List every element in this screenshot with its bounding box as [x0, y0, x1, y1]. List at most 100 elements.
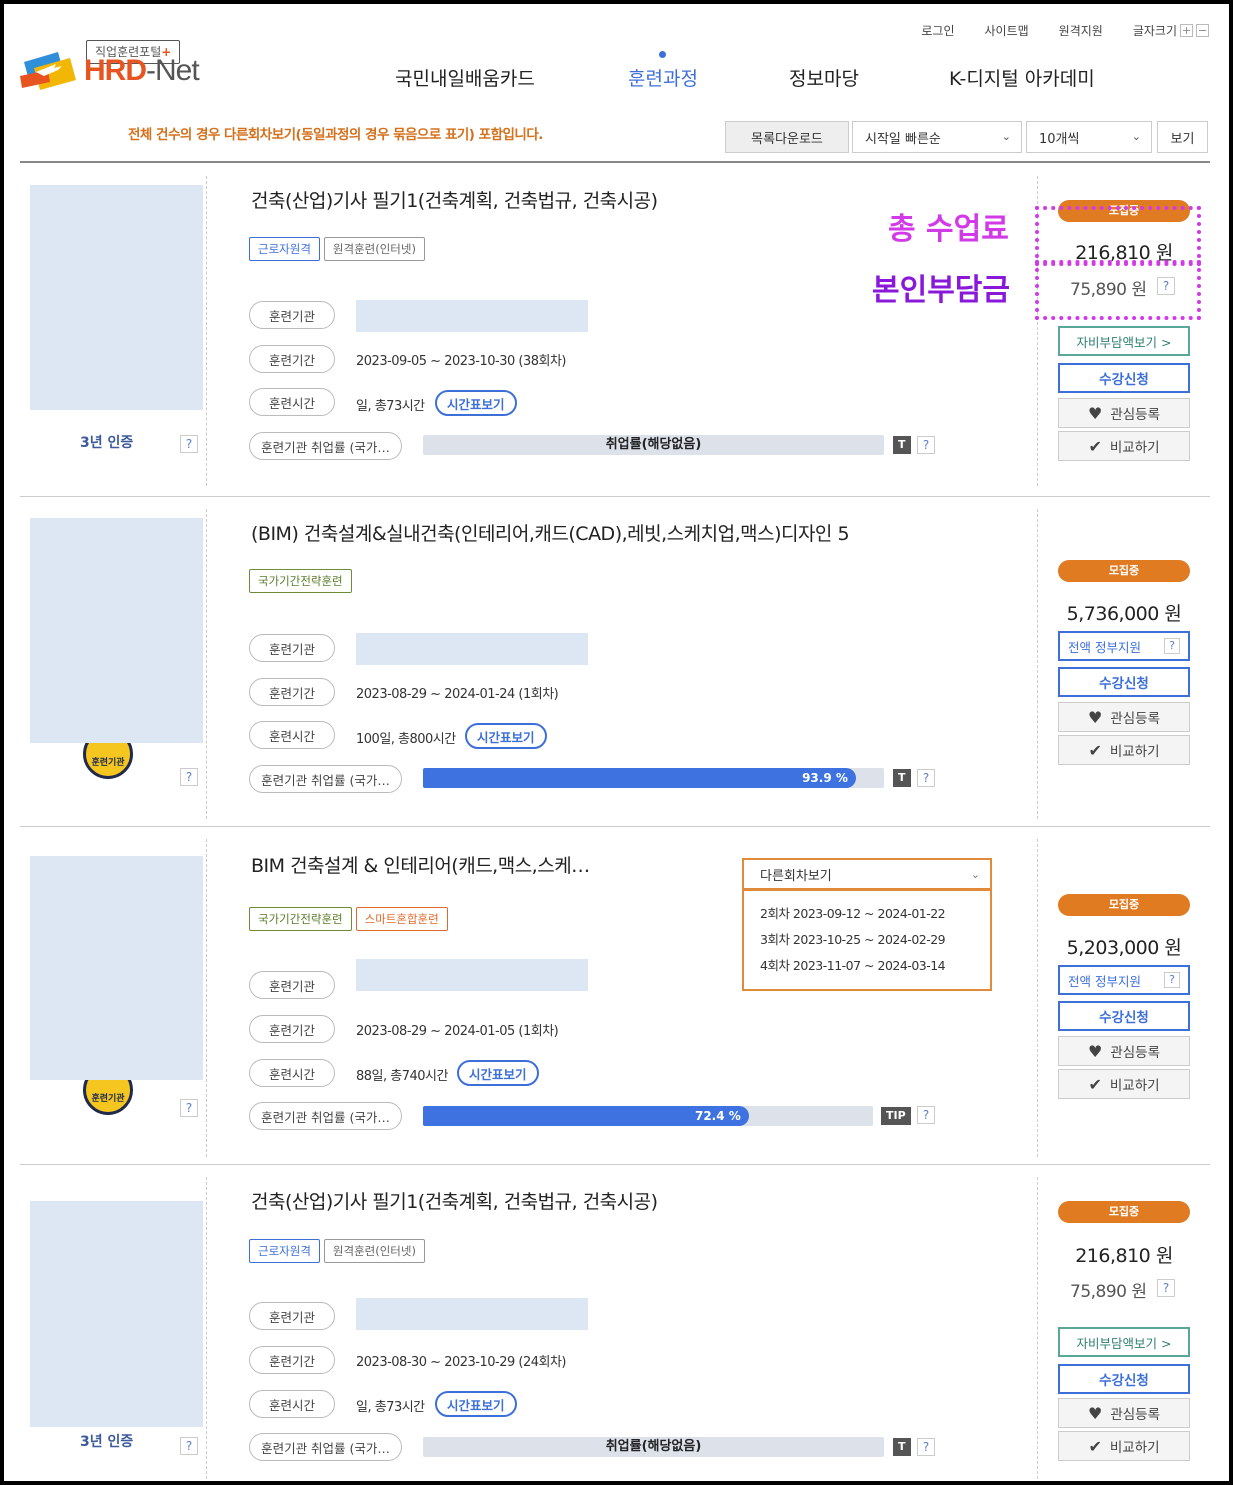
employment-rate-fill: 93.9 %: [423, 768, 856, 788]
course-title[interactable]: BIM 건축설계 & 인테리어(캐드,맥스,스케…: [251, 851, 590, 878]
cert-help-icon[interactable]: ?: [180, 435, 198, 453]
tip-icon[interactable]: T: [893, 1438, 911, 1456]
employment-label[interactable]: 훈련기관 취업률 (국가…: [249, 1102, 402, 1130]
total-fee: 5,736,000 원: [1066, 603, 1182, 625]
remote-support-link[interactable]: 원격지원: [1059, 22, 1103, 39]
nav-item-k-digital[interactable]: K-디지털 아카데미: [949, 64, 1095, 91]
compare-button[interactable]: ✔ 비교하기: [1058, 735, 1190, 765]
course-title[interactable]: (BIM) 건축설계&실내건축(인테리어,캐드(CAD),레빗,스케치업,맥스)…: [251, 519, 850, 546]
training-period: 2023-08-29 ~ 2024-01-05 (1회차): [356, 1024, 559, 1039]
favorite-button[interactable]: ♥ 관심등록: [1058, 398, 1190, 428]
self-burden-button[interactable]: 자비부담액보기 >: [1058, 326, 1190, 356]
course-card: 3년 인증 ? 건축(산업)기사 필기1(건축계획, 건축법규, 건축시공) 근…: [20, 164, 1210, 497]
self-burden-button[interactable]: 자비부담액보기 >: [1058, 1327, 1190, 1357]
other-session-item[interactable]: 2회차 2023-09-12 ~ 2024-01-22: [760, 901, 974, 927]
cert-help-icon[interactable]: ?: [180, 1437, 198, 1455]
course-thumbnail[interactable]: [30, 1201, 203, 1427]
period-label: 훈련기간: [249, 678, 335, 706]
gov-support-button[interactable]: 전액 정부지원?: [1058, 965, 1190, 995]
training-hours: 일, 총73시간: [356, 399, 425, 414]
employment-label[interactable]: 훈련기관 취업률 (국가…: [249, 1433, 402, 1461]
font-decrease-icon[interactable]: −: [1196, 24, 1209, 37]
employment-rate-bar: 72.4 %: [423, 1106, 873, 1126]
timetable-button[interactable]: 시간표보기: [457, 1060, 539, 1086]
nav-item-learning-card[interactable]: 국민내일배움카드: [395, 64, 535, 91]
column-divider: [1037, 839, 1038, 1157]
hrd-net-logo[interactable]: 직업훈련포털+ HRD-Net: [18, 40, 228, 100]
course-title[interactable]: 건축(산업)기사 필기1(건축계획, 건축법규, 건축시공): [251, 186, 658, 213]
compare-label: 비교하기: [1109, 744, 1160, 760]
course-title[interactable]: 건축(산업)기사 필기1(건축계획, 건축법규, 건축시공): [251, 1187, 658, 1214]
compare-button[interactable]: ✔ 비교하기: [1058, 1069, 1190, 1099]
tip-icon[interactable]: TIP: [881, 1107, 911, 1125]
chevron-down-icon: ⌄: [1131, 130, 1141, 143]
timetable-button[interactable]: 시간표보기: [465, 723, 547, 749]
compare-label: 비교하기: [1109, 1078, 1160, 1094]
employment-rate-bar: 취업률(해당없음): [423, 1437, 884, 1457]
check-icon: ✔: [1088, 740, 1102, 760]
gov-support-help-icon[interactable]: ?: [1164, 638, 1180, 654]
compare-button[interactable]: ✔ 비교하기: [1058, 431, 1190, 461]
status-badge: 모집중: [1058, 894, 1190, 916]
status-badge: 모집중: [1058, 560, 1190, 582]
nav-item-label: K-디지털 아카데미: [949, 68, 1095, 90]
cert-help-icon[interactable]: ?: [180, 1099, 198, 1117]
favorite-button[interactable]: ♥ 관심등록: [1058, 1398, 1190, 1428]
nav-item-info[interactable]: 정보마당: [789, 64, 859, 91]
font-increase-icon[interactable]: +: [1180, 24, 1193, 37]
employment-help-icon[interactable]: ?: [917, 769, 935, 787]
compare-label: 비교하기: [1109, 1440, 1160, 1456]
login-link[interactable]: 로그인: [921, 22, 954, 39]
logo-name-dash: -: [146, 54, 156, 87]
course-thumbnail[interactable]: [30, 185, 203, 410]
sort-select[interactable]: 시작일 빠른순 ⌄: [852, 121, 1022, 153]
course-tag: 원격훈련(인터넷): [323, 1239, 425, 1263]
page-size-select[interactable]: 10개씩 ⌄: [1026, 121, 1152, 153]
heart-icon: ♥: [1087, 707, 1103, 727]
check-icon: ✔: [1088, 1436, 1102, 1456]
list-download-button[interactable]: 목록다운로드: [725, 121, 849, 153]
total-fee: 5,203,000 원: [1066, 937, 1182, 959]
certification-label: 3년 인증: [80, 1434, 134, 1450]
tip-icon[interactable]: T: [893, 769, 911, 787]
apply-button[interactable]: 수강신청: [1058, 1364, 1190, 1394]
timetable-button[interactable]: 시간표보기: [435, 1391, 517, 1417]
other-session-item[interactable]: 4회차 2023-11-07 ~ 2024-03-14: [760, 953, 974, 979]
apply-button[interactable]: 수강신청: [1058, 667, 1190, 697]
page-frame: 로그인 사이트맵 원격지원 글자크기 + − 직업훈련포털+ HRD-Net 국…: [0, 0, 1233, 1485]
institution-label: 훈련기관: [249, 301, 335, 329]
employment-label[interactable]: 훈련기관 취업률 (국가…: [249, 432, 402, 460]
apply-button[interactable]: 수강신청: [1058, 363, 1190, 393]
institution-name-redacted: [356, 1298, 588, 1330]
other-session-item[interactable]: 3회차 2023-10-25 ~ 2024-02-29: [760, 927, 974, 953]
course-tag: 근로자원격: [249, 1239, 320, 1263]
tip-icon[interactable]: T: [893, 436, 911, 454]
training-hours: 88일, 총740시간: [356, 1069, 448, 1084]
column-divider: [206, 509, 207, 819]
nav-item-training-courses[interactable]: 훈련과정: [628, 51, 698, 91]
timetable-button[interactable]: 시간표보기: [435, 390, 517, 416]
other-sessions-toggle[interactable]: 다른회차보기 ⌄: [742, 858, 992, 890]
course-thumbnail[interactable]: [30, 856, 203, 1080]
logo-mark-icon: [20, 52, 76, 90]
favorite-button[interactable]: ♥ 관심등록: [1058, 1036, 1190, 1066]
hours-label: 훈련시간: [249, 388, 335, 416]
cert-help-icon[interactable]: ?: [180, 768, 198, 786]
view-button[interactable]: 보기: [1157, 121, 1208, 153]
gov-support-button[interactable]: 전액 정부지원?: [1058, 631, 1190, 661]
course-tags: 근로자원격 원격훈련(인터넷): [249, 1239, 429, 1263]
favorite-button[interactable]: ♥ 관심등록: [1058, 702, 1190, 732]
favorite-label: 관심등록: [1110, 1407, 1161, 1423]
gov-support-help-icon[interactable]: ?: [1164, 972, 1180, 988]
sitemap-link[interactable]: 사이트맵: [984, 22, 1028, 39]
self-pay-help-icon[interactable]: ?: [1157, 1279, 1175, 1297]
logo-name-main: HRD: [84, 54, 147, 87]
course-tag: 근로자원격: [249, 237, 320, 261]
course-thumbnail[interactable]: [30, 518, 203, 743]
employment-help-icon[interactable]: ?: [917, 1106, 935, 1124]
apply-button[interactable]: 수강신청: [1058, 1001, 1190, 1031]
employment-label[interactable]: 훈련기관 취업률 (국가…: [249, 765, 402, 793]
employment-help-icon[interactable]: ?: [917, 1438, 935, 1456]
employment-help-icon[interactable]: ?: [917, 436, 935, 454]
compare-button[interactable]: ✔ 비교하기: [1058, 1431, 1190, 1461]
